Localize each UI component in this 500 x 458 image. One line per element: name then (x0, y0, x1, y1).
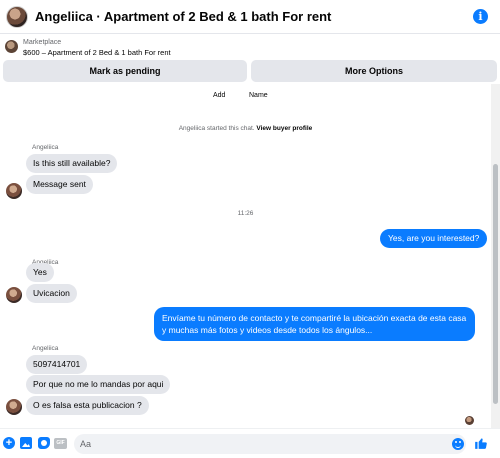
listing-title: $600 – Apartment of 2 Bed & 1 bath For r… (23, 48, 171, 57)
sender-name: Angeliica (32, 144, 59, 151)
scrollbar-thumb[interactable] (493, 164, 498, 404)
listing-thumbnail (5, 40, 18, 53)
incoming-message[interactable]: Por que no me lo mandas por aqui (26, 375, 171, 394)
contact-avatar[interactable] (6, 5, 28, 28)
timestamp: 11:26 (237, 210, 254, 217)
image-icon[interactable] (20, 437, 32, 449)
marketplace-listing[interactable]: Marketplace $600 – Apartment of 2 Bed & … (0, 34, 500, 60)
name-label[interactable]: Name (249, 92, 268, 99)
sender-avatar[interactable] (6, 183, 22, 199)
composer-bar: + GIF (0, 428, 500, 458)
incoming-message[interactable]: Is this still available? (26, 154, 118, 173)
chat-started-notice: Angeliica started this chat. View buyer … (0, 125, 491, 132)
outgoing-message[interactable]: Yes, are you interested? (380, 229, 488, 248)
incoming-message[interactable]: 5097414701 (26, 355, 88, 374)
marketplace-label: Marketplace (23, 39, 62, 46)
mark-as-pending-button[interactable]: Mark as pending (3, 60, 247, 82)
more-options-button[interactable]: More Options (251, 60, 497, 82)
chat-started-text: Angeliica started this chat. (178, 125, 255, 132)
emoji-icon[interactable] (452, 438, 464, 450)
seen-indicator-avatar (465, 416, 474, 425)
chat-header: Angeliica · Apartment of 2 Bed & 1 bath … (0, 0, 500, 34)
incoming-message[interactable]: Uvicacion (26, 284, 77, 303)
gif-icon[interactable]: GIF (54, 438, 67, 449)
thumbs-up-icon[interactable] (474, 436, 488, 450)
view-buyer-profile-link[interactable]: View buyer profile (256, 125, 312, 132)
incoming-message[interactable]: Yes (26, 263, 54, 282)
incoming-message[interactable]: Message sent (26, 175, 93, 194)
message-input[interactable] (74, 434, 466, 454)
add-label[interactable]: Add (213, 92, 225, 99)
chat-title[interactable]: Angeliica · Apartment of 2 Bed & 1 bath … (35, 9, 331, 24)
scrollbar[interactable] (491, 84, 500, 428)
sender-name: Angeliica (32, 345, 59, 352)
incoming-message[interactable]: O es falsa esta publicacion ? (26, 396, 149, 415)
sender-avatar[interactable] (6, 287, 22, 303)
plus-icon[interactable]: + (3, 437, 15, 449)
info-icon[interactable]: i (473, 9, 488, 24)
outgoing-message[interactable]: Envíame tu número de contacto y te compa… (154, 307, 475, 341)
listing-actions: Mark as pending More Options (0, 60, 500, 84)
sender-avatar[interactable] (6, 399, 22, 415)
sticker-icon[interactable] (38, 437, 50, 449)
message-thread[interactable]: Add Name Angeliica started this chat. Vi… (0, 84, 491, 428)
